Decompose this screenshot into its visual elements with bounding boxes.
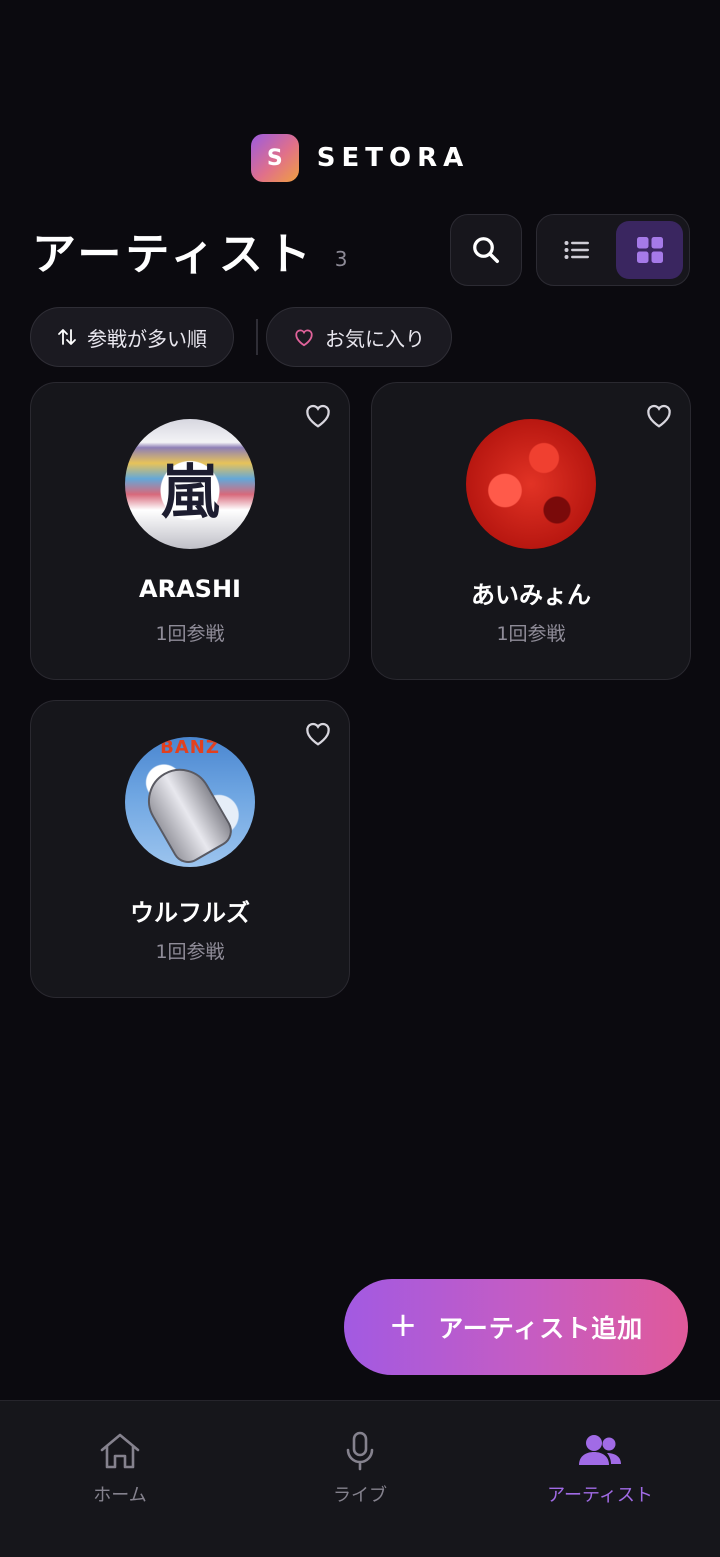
artist-count: 3 xyxy=(334,247,348,271)
artist-avatar: 嵐 xyxy=(125,419,255,549)
nav-home-label: ホーム xyxy=(93,1485,147,1506)
app-logo: S xyxy=(250,134,299,182)
nav-live[interactable]: ライブ xyxy=(240,1401,480,1557)
list-icon xyxy=(564,241,589,259)
favorites-filter-button[interactable]: お気に入り xyxy=(266,307,452,367)
avatar-rocket-shape xyxy=(136,757,238,867)
users-icon xyxy=(579,1435,621,1465)
avatar-banner-text: BANZ xyxy=(160,737,220,758)
sort-label: 参戦が多い順 xyxy=(87,326,207,351)
list-view-button[interactable] xyxy=(543,221,610,279)
favorite-heart-icon[interactable] xyxy=(644,401,674,429)
favorite-heart-icon[interactable] xyxy=(303,401,333,429)
app-name: SETORA xyxy=(316,143,470,173)
avatar-logo-text: 嵐 xyxy=(160,458,219,526)
home-icon xyxy=(100,1433,140,1469)
nav-artists-label: アーティスト xyxy=(547,1485,653,1506)
sort-arrows-icon xyxy=(58,329,76,345)
nav-home[interactable]: ホーム xyxy=(0,1401,240,1557)
page-title: アーティスト xyxy=(32,229,315,280)
artist-card[interactable]: BANZ ウルフルズ 1回参戦 xyxy=(30,700,350,998)
microphone-icon xyxy=(346,1431,374,1471)
bottom-nav: ホーム ライブ アーティスト xyxy=(0,1400,720,1557)
artist-avatar xyxy=(466,419,596,549)
artist-name: ARASHI xyxy=(139,575,241,603)
artist-avatar: BANZ xyxy=(125,737,255,867)
artist-card[interactable]: あいみょん 1回参戦 xyxy=(371,382,691,680)
attendance-count: 1回参戦 xyxy=(496,623,566,645)
artist-card[interactable]: 嵐 ARASHI 1回参戦 xyxy=(30,382,350,680)
brand-header: S SETORA xyxy=(0,134,720,182)
attendance-count: 1回参戦 xyxy=(155,941,225,963)
favorites-label: お気に入り xyxy=(325,326,425,351)
attendance-count: 1回参戦 xyxy=(155,623,225,645)
title-row: アーティスト 3 xyxy=(32,214,690,286)
artist-screen: S SETORA アーティスト 3 参戦が多い順 お気に入り 嵐 ARASHI … xyxy=(0,0,720,1557)
add-artist-button[interactable]: + アーティスト追加 xyxy=(344,1279,688,1375)
view-toggle xyxy=(536,214,690,286)
search-button[interactable] xyxy=(450,214,522,286)
nav-live-label: ライブ xyxy=(333,1485,387,1506)
plus-icon: + xyxy=(388,1305,419,1345)
favorite-heart-icon[interactable] xyxy=(303,719,333,747)
filter-row: 参戦が多い順 お気に入り xyxy=(30,307,452,367)
search-icon xyxy=(473,237,499,263)
sort-button[interactable]: 参戦が多い順 xyxy=(30,307,234,367)
heart-icon xyxy=(295,329,313,347)
nav-artists[interactable]: アーティスト xyxy=(480,1401,720,1557)
artist-name: ウルフルズ xyxy=(130,899,250,927)
grid-view-button[interactable] xyxy=(616,221,683,279)
add-artist-label: アーティスト追加 xyxy=(438,1314,644,1343)
grid-icon xyxy=(636,237,663,263)
filter-divider xyxy=(256,319,258,355)
artist-name: あいみょん xyxy=(471,581,591,609)
